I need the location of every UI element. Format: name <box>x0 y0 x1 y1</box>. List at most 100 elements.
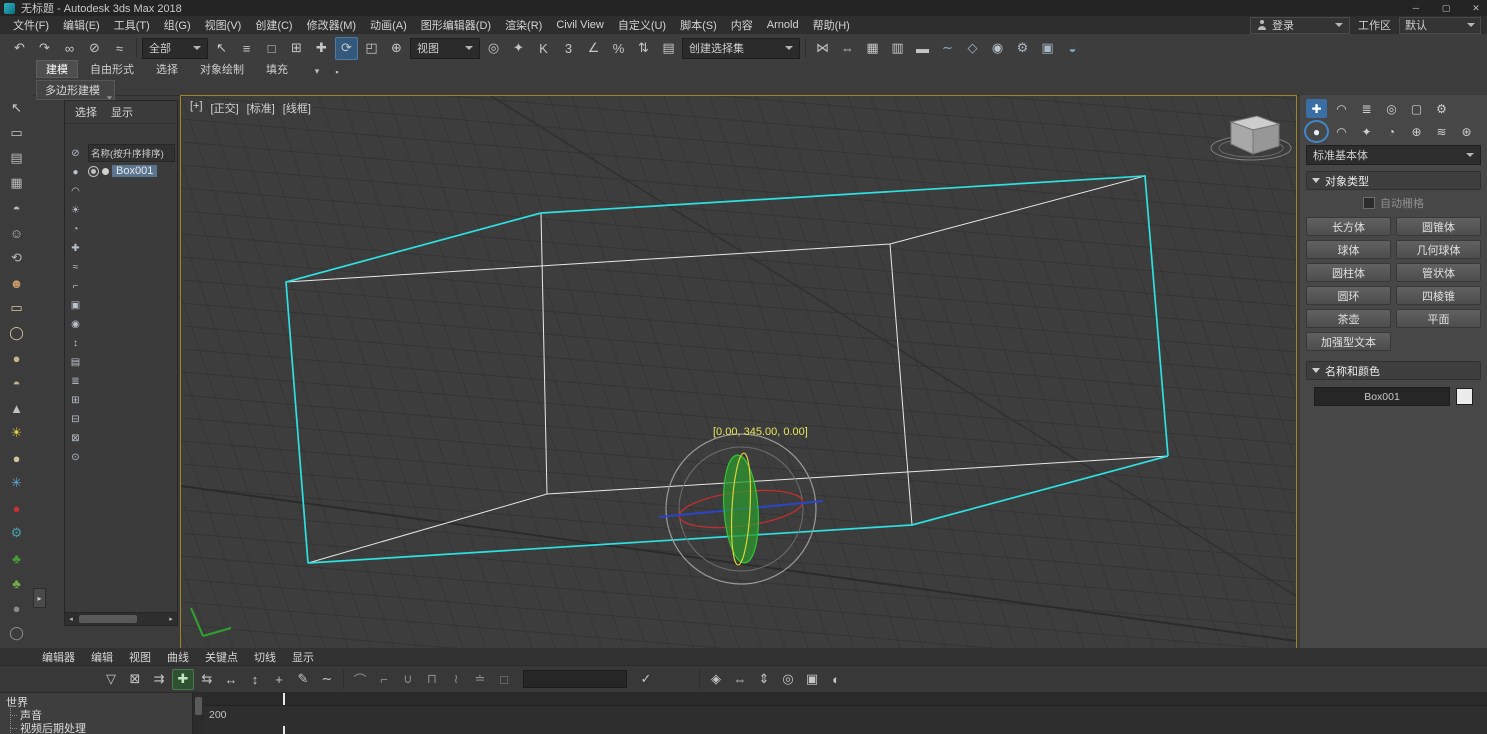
disc-object-icon[interactable]: ● <box>5 347 29 369</box>
menu-item[interactable]: 修改器(M) <box>300 15 364 35</box>
select-object-button[interactable]: ↖ <box>210 37 233 60</box>
zoom-value-extents-button[interactable]: ⇕ <box>753 669 775 690</box>
edit-named-selection-sets-button[interactable]: ▤ <box>657 37 680 60</box>
ribbon-tab[interactable]: 自由形式 <box>80 60 144 78</box>
toggle-scene-explorer-button[interactable]: ▦ <box>861 37 884 60</box>
workspace-select[interactable]: 默认 <box>1399 17 1481 34</box>
systems-category-button[interactable]: ⊛ <box>1456 122 1477 141</box>
plant-object-icon[interactable]: ♣ <box>5 547 29 569</box>
tree-object-icon[interactable]: ♣ <box>5 572 29 594</box>
viewport-canvas[interactable]: [0.00, 345.00, 0.00] <box>181 96 1296 648</box>
scene-explorer-menu-item[interactable]: 显示 <box>111 104 133 120</box>
select-and-link-button[interactable]: ∞ <box>58 37 81 60</box>
scrollbar-thumb[interactable] <box>79 615 137 623</box>
snowflake-object-icon[interactable]: ✳ <box>5 472 29 494</box>
zoom-region-button[interactable]: ▣ <box>801 669 823 690</box>
visibility-eye-icon[interactable] <box>88 166 99 177</box>
timeline-ruler-band[interactable] <box>204 693 1487 706</box>
render-production-button[interactable]: ◒ <box>1061 37 1084 60</box>
track-view-menu-item[interactable]: 编辑 <box>91 649 113 665</box>
magnet-snap-icon[interactable]: ◓ <box>5 197 29 219</box>
rectangular-selection-region-button[interactable]: □ <box>260 37 283 60</box>
viewcube[interactable] <box>1211 116 1291 160</box>
menu-item[interactable]: Civil View <box>549 17 610 33</box>
primitive-button[interactable]: 几何球体 <box>1396 240 1481 259</box>
name-color-rollout-header[interactable]: 名称和颜色 <box>1306 361 1481 380</box>
menu-item[interactable]: 工具(T) <box>107 15 157 35</box>
plane-object-icon[interactable]: ▭ <box>5 297 29 319</box>
named-selection-set-combo[interactable]: 创建选择集 <box>682 38 800 59</box>
scrollbar-thumb[interactable] <box>195 697 202 715</box>
pin-explorer-icon[interactable]: ⊙ <box>68 450 84 465</box>
time-cursor-tick[interactable] <box>283 693 285 705</box>
lights-category-button[interactable]: ✦ <box>1356 122 1377 141</box>
menu-item[interactable]: 渲染(R) <box>498 15 549 35</box>
maximize-button[interactable]: ▢ <box>1431 0 1461 16</box>
menu-item[interactable]: 内容 <box>724 15 760 35</box>
mirror-button[interactable]: ⋈ <box>811 37 834 60</box>
display-space-warps-filter-icon[interactable]: ≈ <box>68 260 84 275</box>
menu-item[interactable]: 动画(A) <box>363 15 414 35</box>
snap-frames-toggle[interactable]: ⇉ <box>148 669 170 690</box>
add-keys-button[interactable]: + <box>268 669 290 690</box>
track-view-menu-item[interactable]: 关键点 <box>205 649 238 665</box>
viewport[interactable]: [+][正交][标准][线框] [0.00, 345.00, 0.00] <box>180 95 1297 649</box>
move-keys-button[interactable]: ✚ <box>172 669 194 690</box>
display-none-filter-icon[interactable]: ⊘ <box>68 146 84 161</box>
cone-object-icon[interactable]: ▲ <box>5 397 29 419</box>
ribbon-config-button[interactable]: ▪ <box>330 65 344 78</box>
show-tangents-toggle[interactable]: ⌒ <box>349 669 371 690</box>
align-button[interactable]: ⇔ <box>836 37 859 60</box>
sphere-object-icon[interactable]: ● <box>5 447 29 469</box>
primitive-button[interactable]: 长方体 <box>1306 217 1391 236</box>
reference-coordinate-dropdown[interactable]: 视图 <box>410 38 480 59</box>
scale-values-button[interactable]: ↕ <box>244 669 266 690</box>
panel-list-icon[interactable]: ▤ <box>5 147 29 169</box>
primitive-button[interactable]: 四棱锥 <box>1396 286 1481 305</box>
select-and-scale-button[interactable]: ◰ <box>360 37 383 60</box>
material-editor-button[interactable]: ◉ <box>986 37 1009 60</box>
viewport-label-segment[interactable]: [+] <box>189 100 204 116</box>
filters-button[interactable]: ▽ <box>100 669 122 690</box>
primitive-button[interactable]: 管状体 <box>1396 263 1481 282</box>
menu-item[interactable]: 组(G) <box>157 15 198 35</box>
toggle-ribbon-button[interactable]: ▬ <box>911 37 934 60</box>
helpers-category-button[interactable]: ⊕ <box>1406 122 1427 141</box>
percent-snap-toggle[interactable]: % <box>607 37 630 60</box>
create-tab[interactable]: ✚ <box>1306 99 1327 118</box>
object-name-input[interactable]: Box001 <box>1314 387 1450 406</box>
polygon-modeling-panel[interactable]: 多边形建模 <box>36 80 115 100</box>
utilities-tab[interactable]: ⚙ <box>1431 99 1452 118</box>
parameter-out-of-range-button[interactable]: ≀ <box>445 669 467 690</box>
select-and-move-button[interactable]: ✚ <box>310 37 333 60</box>
zoom-horizontal-extents-button[interactable]: ⇔ <box>729 669 751 690</box>
rotate-view-icon[interactable]: ⟲ <box>5 247 29 269</box>
select-none-icon[interactable]: ⊟ <box>68 412 84 427</box>
rendered-frame-window-button[interactable]: ▣ <box>1036 37 1059 60</box>
menu-item[interactable]: 创建(C) <box>248 15 299 35</box>
zoom-selected-object-button[interactable]: ◐ <box>825 669 847 690</box>
populate-person-icon[interactable]: ☺ <box>5 222 29 244</box>
rotate-gizmo[interactable] <box>659 434 823 584</box>
display-bones-filter-icon[interactable]: ⌐ <box>68 279 84 294</box>
track-timeline[interactable]: 200 <box>204 693 1487 734</box>
scroll-right-arrow[interactable]: ▸ <box>165 614 177 625</box>
space-warps-category-button[interactable]: ≋ <box>1431 122 1452 141</box>
undo-button[interactable]: ↶ <box>8 37 31 60</box>
close-button[interactable]: ✕ <box>1461 0 1487 16</box>
object-name-label[interactable]: Box001 <box>112 165 157 177</box>
ribbon-tab[interactable]: 对象绘制 <box>190 60 254 78</box>
rectangle-tool-icon[interactable]: ▭ <box>5 122 29 144</box>
snap-toggle-3d[interactable]: 3 <box>557 37 580 60</box>
render-setup-button[interactable]: ⚙ <box>1011 37 1034 60</box>
scene-object-row[interactable]: Box001 <box>86 164 177 178</box>
ellipse-object-icon[interactable]: ◯ <box>5 322 29 344</box>
primitive-button[interactable]: 圆锥体 <box>1396 217 1481 236</box>
menu-item[interactable]: 图形编辑器(D) <box>414 15 498 35</box>
display-lights-filter-icon[interactable]: ☀ <box>68 203 84 218</box>
lock-selection-toggle[interactable]: ⊠ <box>124 669 146 690</box>
break-tangents-button[interactable]: ⌐ <box>373 669 395 690</box>
toggle-layer-explorer-button[interactable]: ▥ <box>886 37 909 60</box>
hierarchy-view-icon[interactable]: ≣ <box>68 374 84 389</box>
selection-filter-dropdown[interactable]: 全部 <box>142 38 208 59</box>
